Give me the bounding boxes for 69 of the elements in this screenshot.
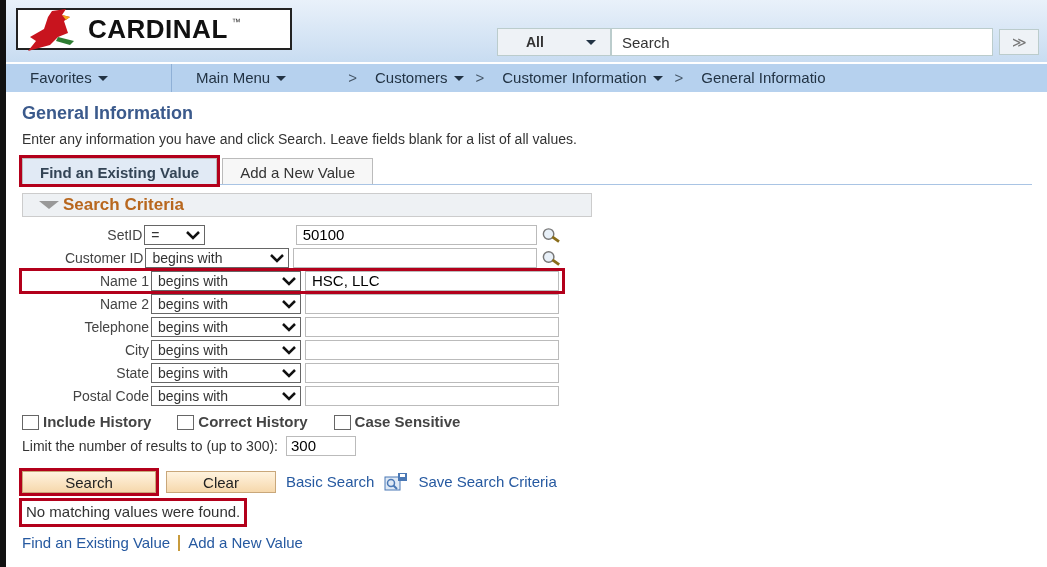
link[interactable]: Add a New Value — [188, 531, 303, 554]
field-label: Name 1 — [98, 271, 149, 291]
limit-label: Limit the number of results to (up to 300): — [22, 436, 278, 456]
tab[interactable]: Add a New Value — [222, 158, 373, 184]
chevron-icon — [282, 299, 296, 309]
operator-dropdown[interactable]: begins with — [145, 248, 290, 268]
menu-link[interactable]: Main Menu — [196, 66, 271, 90]
operator-dropdown[interactable]: = — [144, 225, 205, 245]
search-go-button[interactable]: ≫ — [999, 29, 1039, 55]
link[interactable]: Basic Search — [286, 470, 375, 493]
operator-dropdown[interactable]: begins with — [151, 271, 301, 291]
field-label: Name 2 — [98, 294, 149, 314]
checkbox-label: Include History — [43, 412, 152, 432]
logo-text: CARDINAL — [88, 12, 228, 46]
breadcrumb-link[interactable]: General Informatio — [701, 66, 826, 90]
breadcrumb-link[interactable]: Customer Information — [502, 66, 647, 90]
checkbox[interactable] — [333, 414, 351, 430]
section-header[interactable]: Search Criteria — [22, 193, 592, 217]
field-label: Telephone — [83, 317, 149, 337]
action-button[interactable]: Clear — [166, 470, 276, 493]
input-field[interactable] — [305, 363, 559, 383]
checkbox[interactable] — [177, 414, 195, 430]
link[interactable]: Find an Existing Value — [22, 531, 171, 554]
status-message: No matching values were found. — [22, 501, 245, 524]
chevron-icon — [282, 345, 296, 355]
field-label: Postal Code — [71, 386, 149, 406]
scope-label: All — [526, 32, 544, 52]
breadcrumb-separator: > — [674, 67, 684, 88]
breadcrumb-separator: > — [475, 67, 485, 88]
checkbox-label: Case Sensitive — [354, 412, 461, 432]
instructions-text: Enter any information you have and click Search. Leave fields blank for a list of all values. — [22, 130, 578, 149]
chevron-icon — [282, 391, 296, 401]
field-label: State — [115, 363, 149, 383]
action-button[interactable]: Search — [22, 470, 156, 493]
chevron-icon — [185, 230, 200, 240]
input-field[interactable]: 50100 — [295, 225, 538, 245]
checkbox[interactable] — [22, 414, 39, 430]
trademark-mark: ™ — [231, 16, 241, 29]
link[interactable]: Save Search Criteria — [418, 470, 557, 493]
page-title: General Information — [22, 102, 195, 125]
input-field[interactable] — [305, 386, 559, 406]
expand-triangle-icon — [39, 201, 59, 209]
field-label: Customer ID — [63, 248, 144, 268]
checkbox-label: Correct History — [198, 412, 308, 432]
operator-dropdown[interactable]: begins with — [151, 340, 301, 360]
chevron-icon — [282, 276, 296, 286]
caret-icon — [586, 39, 596, 45]
operator-dropdown[interactable]: begins with — [151, 317, 301, 337]
search-field[interactable]: Search — [611, 28, 993, 56]
chevron-icon — [270, 253, 285, 263]
operator-dropdown[interactable]: begins with — [151, 386, 301, 406]
chevron-icon — [282, 368, 296, 378]
input-field[interactable]: 300 — [286, 436, 356, 456]
breadcrumb-link[interactable]: Customers — [374, 66, 448, 90]
breadcrumb-separator: > — [348, 67, 357, 88]
operator-dropdown[interactable]: begins with — [151, 294, 301, 314]
menu-link[interactable]: Favorites — [30, 66, 92, 90]
chevron-icon — [282, 322, 296, 332]
input-field[interactable] — [305, 340, 559, 360]
input-field[interactable] — [305, 317, 559, 337]
section-title: Search Criteria — [63, 194, 184, 217]
operator-dropdown[interactable]: begins with — [151, 363, 301, 383]
scope-dropdown[interactable]: All — [497, 28, 611, 56]
field-label: SetID — [106, 225, 143, 245]
field-label: City — [123, 340, 149, 360]
input-field[interactable] — [305, 294, 559, 314]
input-field[interactable] — [293, 248, 537, 268]
input-field[interactable]: HSC, LLC — [305, 271, 559, 291]
tab[interactable]: Find an Existing Value — [22, 158, 218, 184]
